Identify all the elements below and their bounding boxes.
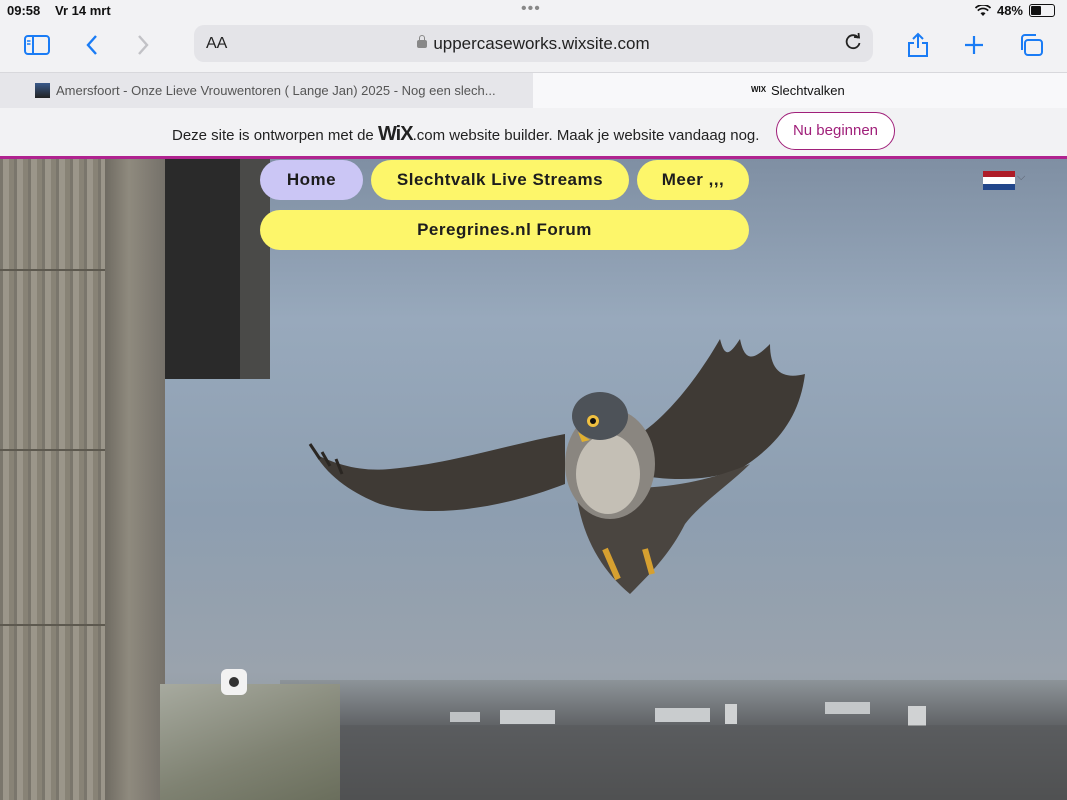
back-icon[interactable] bbox=[77, 30, 107, 60]
webcam-icon bbox=[221, 669, 247, 695]
stone-ledge bbox=[160, 684, 340, 800]
tab-favicon bbox=[35, 83, 50, 98]
address-bar[interactable]: AA uppercaseworks.wixsite.com bbox=[194, 25, 873, 62]
lock-icon bbox=[417, 35, 428, 48]
chevron-down-icon[interactable]: ⌵ bbox=[1017, 171, 1025, 184]
status-date: Vr 14 mrt bbox=[55, 3, 111, 18]
wifi-icon bbox=[974, 4, 991, 16]
battery-icon bbox=[1029, 4, 1055, 17]
tab-bar: Amersfoort - Onze Lieve Vrouwentoren ( L… bbox=[0, 72, 1067, 110]
url-text: uppercaseworks.wixsite.com bbox=[433, 34, 650, 53]
tabs-overview-icon[interactable] bbox=[1016, 30, 1046, 60]
browser-toolbar: AA uppercaseworks.wixsite.com bbox=[0, 22, 1067, 72]
reload-icon[interactable] bbox=[843, 32, 863, 58]
falcon-image bbox=[308, 339, 805, 594]
tab-title: Amersfoort - Onze Lieve Vrouwentoren ( L… bbox=[56, 83, 496, 98]
share-icon[interactable] bbox=[903, 30, 933, 60]
wooden-post bbox=[105, 159, 165, 800]
wix-banner: Deze site is ontworpen met de WiX.com we… bbox=[0, 108, 1067, 159]
nav-live-streams-button[interactable]: Slechtvalk Live Streams bbox=[371, 160, 629, 200]
multitasking-dots-icon[interactable]: ••• bbox=[521, 0, 541, 18]
url-display[interactable]: uppercaseworks.wixsite.com bbox=[194, 34, 873, 54]
status-time: 09:58 bbox=[7, 3, 41, 18]
tab-slechtvalken[interactable]: WIX Slechtvalken bbox=[533, 73, 1067, 109]
banner-text-after: website builder. Maak je website vandaag… bbox=[449, 127, 760, 144]
sidebar-toggle-icon[interactable] bbox=[22, 30, 52, 60]
nav-more-button[interactable]: Meer ,,, bbox=[637, 160, 749, 200]
hero-image: Home Slechtvalk Live Streams Meer ,,, Pe… bbox=[0, 159, 1067, 800]
status-bar: 09:58 Vr 14 mrt ••• 48% bbox=[0, 0, 1067, 22]
wix-brand-suffix: .com bbox=[412, 127, 446, 144]
status-right: 48% bbox=[974, 3, 1055, 18]
wooden-wall bbox=[0, 159, 105, 800]
nav-home-button[interactable]: Home bbox=[260, 160, 363, 200]
language-flag-icon[interactable] bbox=[983, 171, 1015, 190]
wix-logo[interactable]: WiX bbox=[378, 123, 414, 145]
city-skyline bbox=[280, 680, 1067, 800]
tab-amersfoort[interactable]: Amersfoort - Onze Lieve Vrouwentoren ( L… bbox=[0, 73, 550, 109]
wix-favicon: WIX bbox=[751, 85, 767, 94]
banner-text-before: Deze site is ontworpen met de bbox=[172, 127, 374, 144]
start-now-button[interactable]: Nu beginnen bbox=[776, 112, 895, 150]
wix-banner-text: Deze site is ontworpen met de WiX.com we… bbox=[172, 123, 759, 146]
forward-icon[interactable] bbox=[128, 30, 158, 60]
new-tab-icon[interactable] bbox=[959, 30, 989, 60]
battery-percent: 48% bbox=[996, 3, 1023, 18]
nav-forum-button[interactable]: Peregrines.nl Forum bbox=[260, 210, 749, 250]
tab-title: Slechtvalken bbox=[771, 83, 845, 98]
